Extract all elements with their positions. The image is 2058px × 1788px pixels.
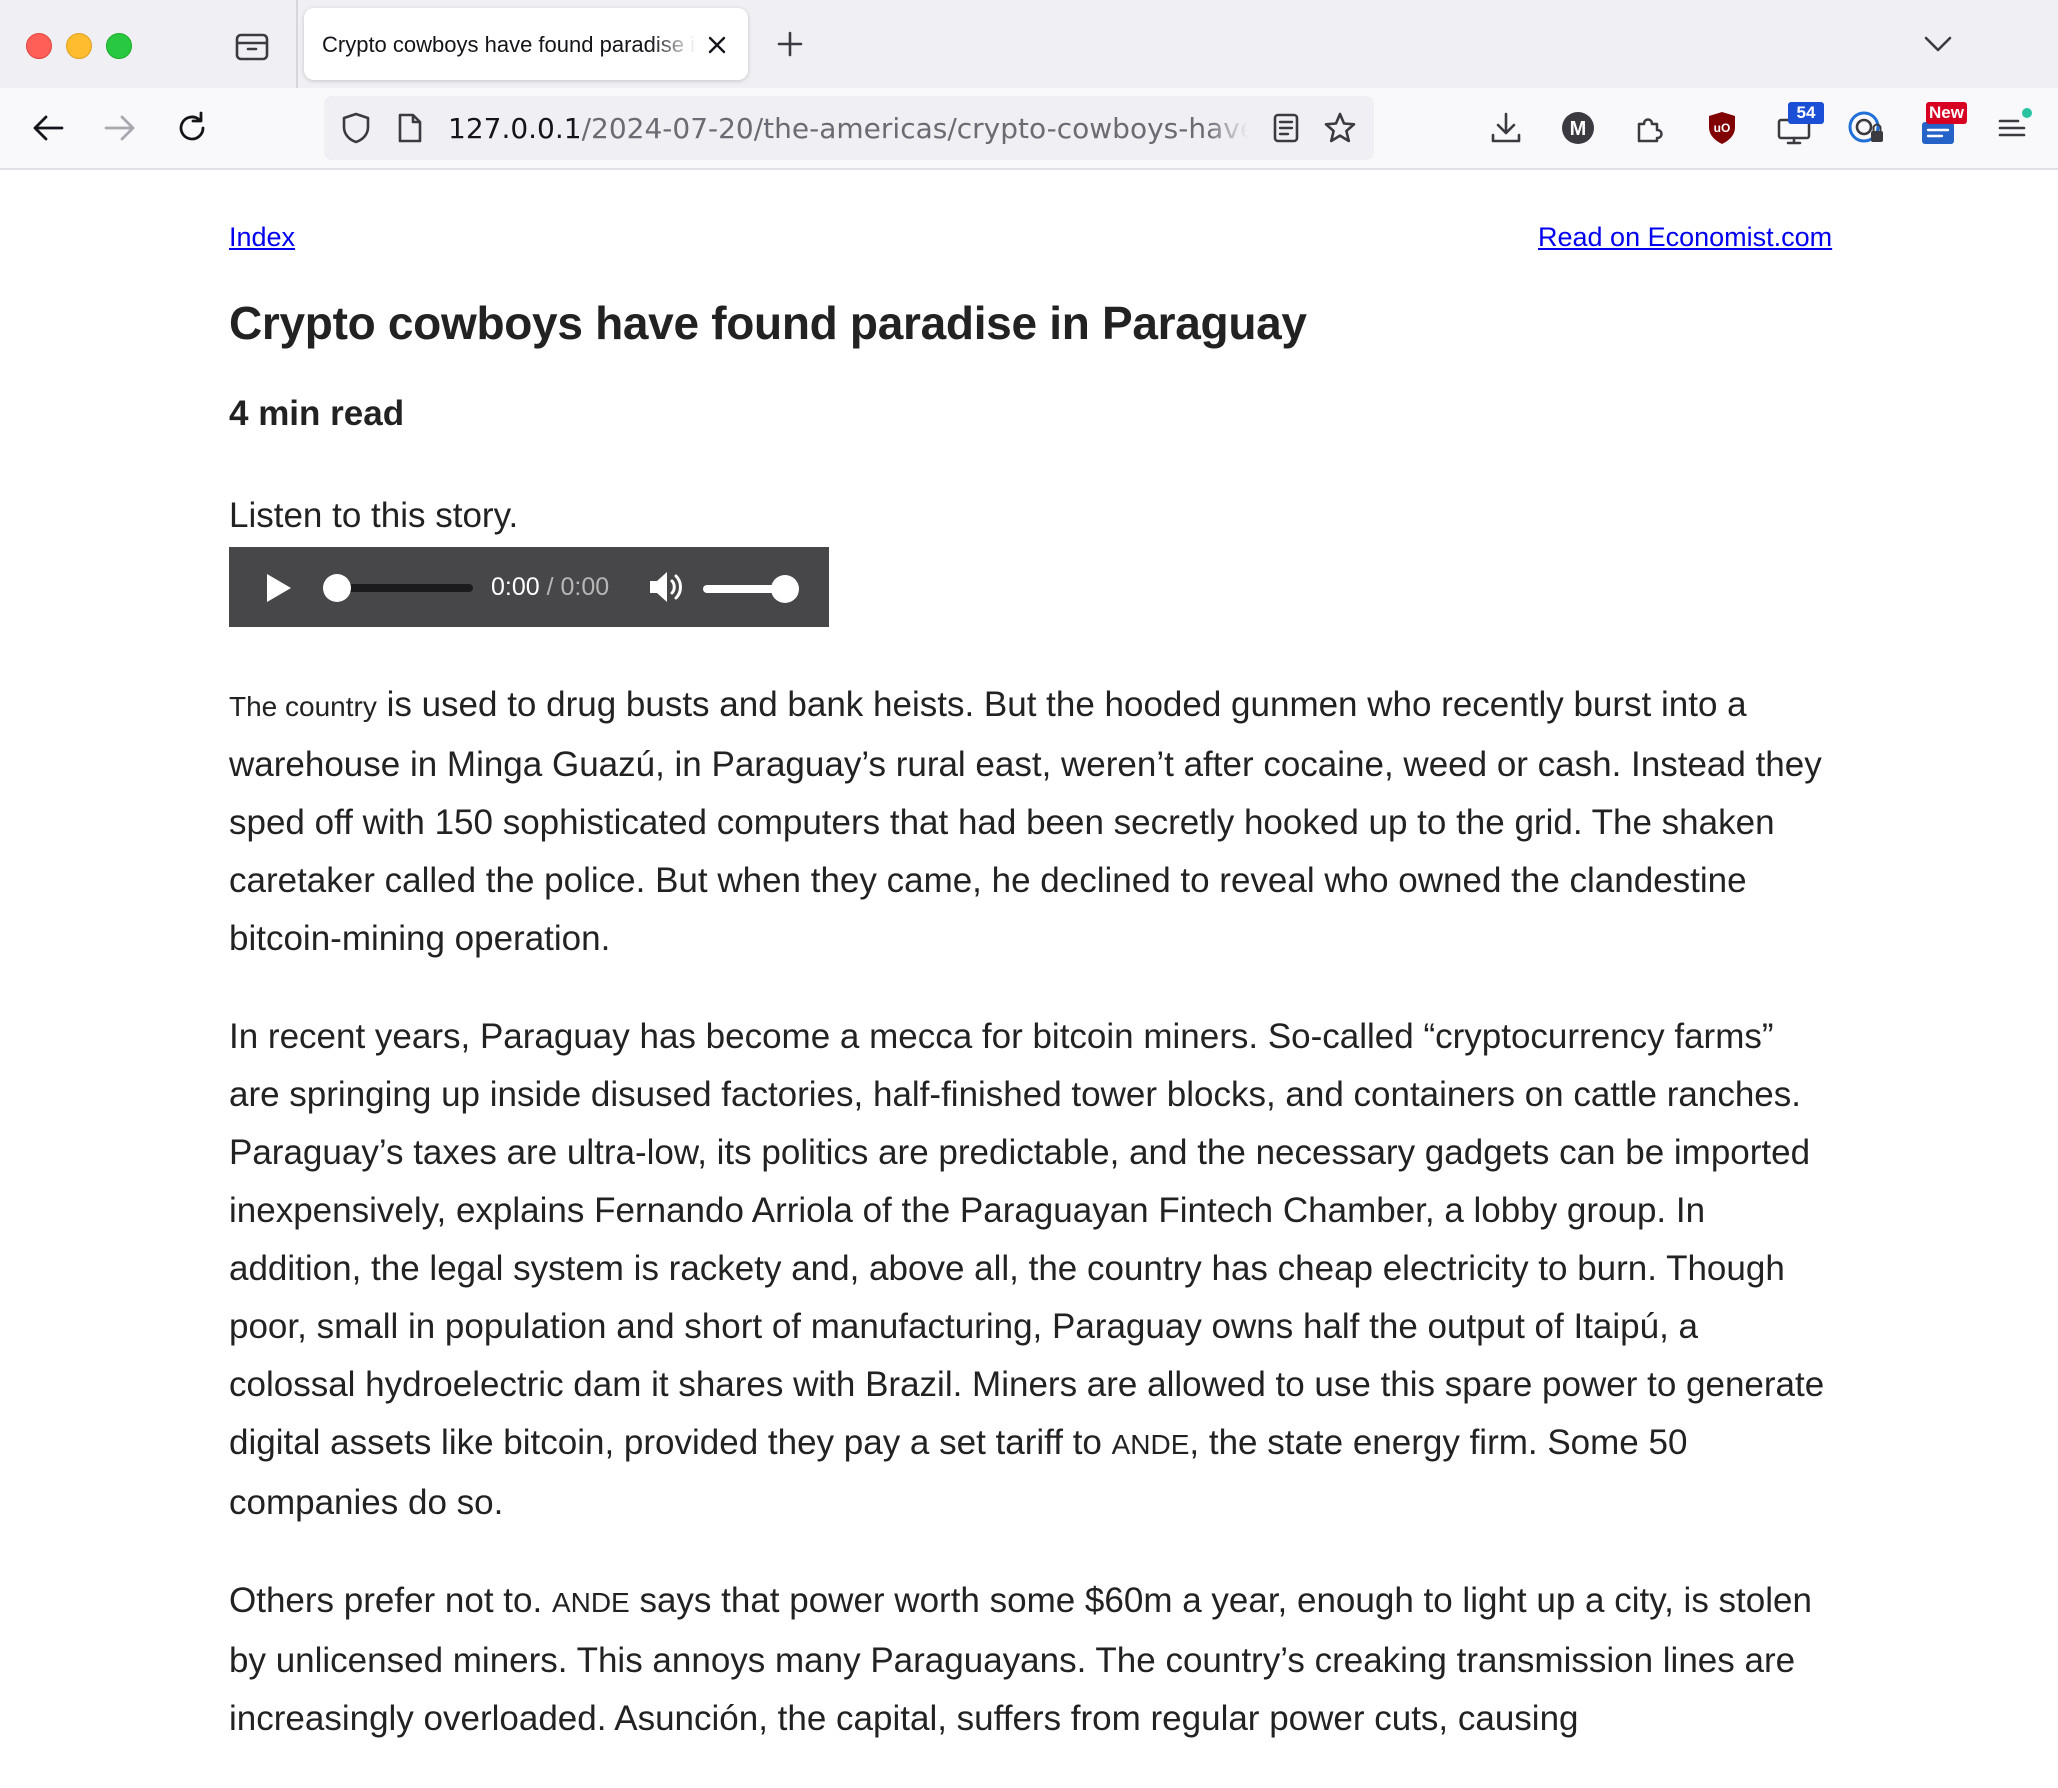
paragraph-text: In recent years, Paraguay has become a m… bbox=[229, 1017, 1825, 1462]
svg-text:uO: uO bbox=[1714, 121, 1731, 135]
page-title: Crypto cowboys have found paradise in Pa… bbox=[229, 297, 1307, 349]
listen-label: Listen to this story. bbox=[229, 496, 519, 535]
paragraph-text: Others prefer not to. bbox=[229, 1581, 552, 1620]
volume-handle[interactable] bbox=[771, 575, 799, 603]
bookmark-star-icon[interactable] bbox=[1322, 110, 1358, 146]
reload-icon[interactable] bbox=[170, 106, 214, 150]
paragraph: In recent years, Paraguay has become a m… bbox=[229, 1008, 1829, 1532]
address-bar[interactable]: 127.0.0.1/2024-07-20/the-americas/crypto… bbox=[324, 96, 1374, 160]
tab-title: Crypto cowboys have found paradise in Pa… bbox=[322, 32, 696, 57]
back-arrow-icon[interactable] bbox=[26, 106, 70, 150]
ublock-shield-icon[interactable]: uO bbox=[1700, 106, 1744, 150]
url-path: /2024-07-20/the-americas/crypto-cowboys-… bbox=[581, 112, 1248, 145]
index-link[interactable]: Index bbox=[229, 222, 295, 253]
acronym: ANDE bbox=[1111, 1429, 1190, 1460]
lead-in: The country bbox=[229, 691, 377, 722]
page-icon[interactable] bbox=[392, 110, 428, 146]
password-manager-icon[interactable] bbox=[1844, 106, 1888, 150]
close-tab-icon[interactable] bbox=[702, 30, 732, 60]
volume-icon[interactable] bbox=[647, 569, 687, 605]
time-display: 0:00 / 0:00 bbox=[491, 572, 609, 602]
audio-player: 0:00 / 0:00 bbox=[229, 547, 829, 627]
seek-handle[interactable] bbox=[323, 574, 351, 602]
app-menu-icon[interactable] bbox=[1990, 106, 2034, 150]
account-avatar-icon[interactable]: M bbox=[1556, 106, 1600, 150]
url-text[interactable]: 127.0.0.1/2024-07-20/the-americas/crypto… bbox=[448, 112, 1248, 146]
read-time: 4 min read bbox=[229, 394, 405, 433]
zoom-window-button[interactable] bbox=[106, 33, 132, 59]
read-on-economist-link[interactable]: Read on Economist.com bbox=[1538, 222, 1832, 253]
shield-icon[interactable] bbox=[338, 110, 374, 146]
current-time: 0:00 bbox=[491, 573, 540, 601]
paragraph-text: is used to drug busts and bank heists. B… bbox=[229, 685, 1822, 958]
time-separator: / bbox=[539, 573, 561, 601]
reader-view-icon[interactable] bbox=[1268, 110, 1304, 146]
extension-count-badge: 54 bbox=[1788, 102, 1824, 124]
minimize-window-button[interactable] bbox=[66, 33, 92, 59]
update-dot-icon bbox=[2022, 108, 2032, 118]
chevron-down-icon[interactable] bbox=[1920, 26, 1956, 62]
news-extension-icon[interactable]: New bbox=[1916, 102, 1967, 150]
close-window-button[interactable] bbox=[26, 33, 52, 59]
new-tab-icon[interactable] bbox=[772, 26, 808, 62]
duration: 0:00 bbox=[560, 573, 610, 601]
url-host: 127.0.0.1 bbox=[448, 112, 582, 145]
navigation-toolbar: 127.0.0.1/2024-07-20/the-americas/crypto… bbox=[0, 88, 2058, 170]
account-letter: M bbox=[1570, 118, 1587, 140]
monitor-extension-icon[interactable]: 54 bbox=[1772, 102, 1824, 150]
extensions-puzzle-icon[interactable] bbox=[1628, 106, 1672, 150]
paragraph: The country is used to drug busts and ba… bbox=[229, 676, 1829, 968]
article-body: The country is used to drug busts and ba… bbox=[229, 676, 1829, 1788]
downloads-icon[interactable] bbox=[1484, 106, 1528, 150]
play-icon[interactable] bbox=[263, 571, 295, 605]
tab-separator bbox=[296, 0, 298, 88]
forward-arrow-icon[interactable] bbox=[98, 106, 142, 150]
new-badge: New bbox=[1926, 102, 1967, 124]
paragraph: Others prefer not to. ANDE says that pow… bbox=[229, 1572, 1829, 1748]
tab-overview-icon[interactable] bbox=[232, 28, 272, 64]
tab-active[interactable]: Crypto cowboys have found paradise in Pa… bbox=[304, 8, 748, 80]
acronym: ANDE bbox=[551, 1587, 630, 1618]
tab-strip: Crypto cowboys have found paradise in Pa… bbox=[0, 0, 2058, 88]
